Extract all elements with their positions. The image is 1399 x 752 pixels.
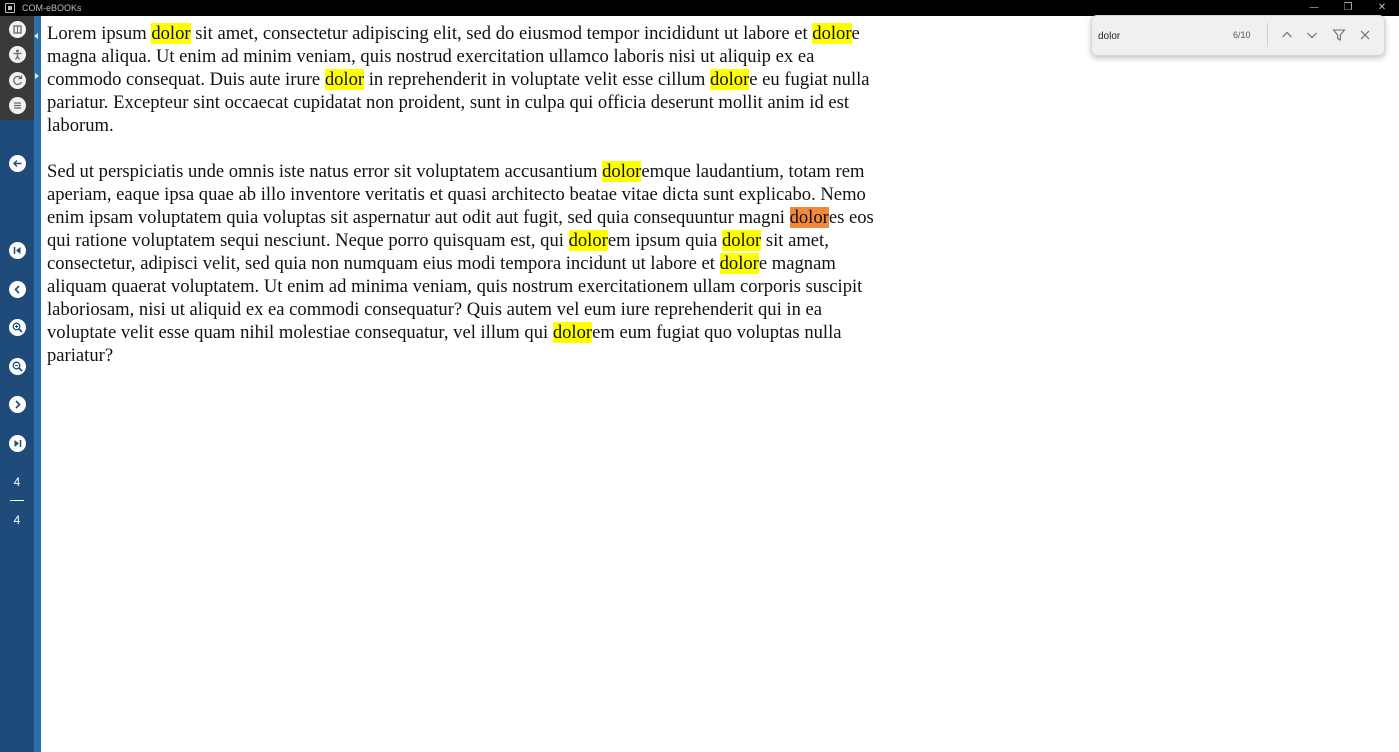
next-page-icon[interactable] bbox=[9, 396, 26, 413]
zoom-out-icon[interactable] bbox=[9, 358, 26, 375]
ebook-page-content: Lorem ipsum dolor sit amet, consectetur … bbox=[47, 22, 877, 390]
minimize-button[interactable]: — bbox=[1297, 0, 1331, 16]
book-icon[interactable] bbox=[9, 21, 26, 38]
search-match-highlight: dolor bbox=[710, 69, 750, 90]
close-window-button[interactable]: ✕ bbox=[1365, 0, 1399, 16]
page-separator bbox=[10, 500, 24, 501]
collapse-arrow-icon[interactable] bbox=[34, 33, 38, 39]
current-page-number: 4 bbox=[13, 475, 21, 489]
first-page-icon[interactable] bbox=[9, 242, 26, 259]
paragraph: Lorem ipsum dolor sit amet, consectetur … bbox=[47, 22, 877, 137]
paragraph: Sed ut perspiciatis unde omnis iste natu… bbox=[47, 160, 877, 367]
window-title: COM-eBOOKs bbox=[22, 3, 82, 13]
find-filter-button[interactable] bbox=[1330, 26, 1348, 44]
find-next-button[interactable] bbox=[1303, 26, 1321, 44]
filter-icon bbox=[1332, 29, 1346, 41]
search-match-highlight: dolor bbox=[151, 23, 191, 44]
accessibility-icon[interactable] bbox=[9, 46, 26, 63]
find-divider bbox=[1267, 23, 1268, 47]
total-pages-number: 4 bbox=[13, 513, 21, 527]
search-match-highlight: dolor bbox=[552, 322, 593, 343]
search-match-highlight: dolor bbox=[812, 23, 852, 44]
text-run: Lorem ipsum bbox=[47, 23, 152, 44]
sidebar-accent-strip bbox=[34, 16, 41, 752]
search-match-highlight: dolor bbox=[602, 161, 642, 182]
text-run: Sed ut perspiciatis unde omnis iste natu… bbox=[47, 161, 603, 182]
list-icon[interactable] bbox=[9, 97, 26, 114]
chevron-down-icon bbox=[1307, 32, 1317, 39]
search-match-highlight: dolor bbox=[719, 253, 759, 274]
zoom-in-icon[interactable] bbox=[9, 319, 26, 336]
rotate-icon[interactable] bbox=[9, 72, 26, 89]
left-toolbar bbox=[0, 16, 34, 752]
restore-button[interactable]: ❐ bbox=[1331, 0, 1365, 16]
current-search-match: dolor bbox=[789, 207, 829, 228]
find-close-button[interactable] bbox=[1356, 26, 1374, 44]
last-page-icon[interactable] bbox=[9, 435, 26, 452]
search-match-highlight: dolor bbox=[324, 69, 365, 90]
previous-page-icon[interactable] bbox=[9, 281, 26, 298]
search-match-highlight: dolor bbox=[568, 230, 608, 251]
find-input[interactable] bbox=[1098, 24, 1228, 48]
app-icon bbox=[5, 3, 15, 13]
title-bar: COM-eBOOKs — ❐ ✕ bbox=[0, 0, 1399, 16]
close-icon bbox=[1360, 30, 1370, 40]
find-match-count: 6/10 bbox=[1233, 30, 1251, 40]
text-run: in reprehenderit in voluptate velit esse… bbox=[364, 69, 711, 90]
search-match-highlight: dolor bbox=[721, 230, 762, 251]
chevron-up-icon bbox=[1282, 31, 1292, 38]
find-previous-button[interactable] bbox=[1278, 26, 1296, 44]
text-run: em ipsum quia bbox=[607, 230, 722, 251]
text-run: sit amet, consectetur adipiscing elit, s… bbox=[190, 23, 813, 44]
back-icon[interactable] bbox=[9, 155, 26, 172]
expand-arrow-icon[interactable] bbox=[35, 73, 39, 79]
